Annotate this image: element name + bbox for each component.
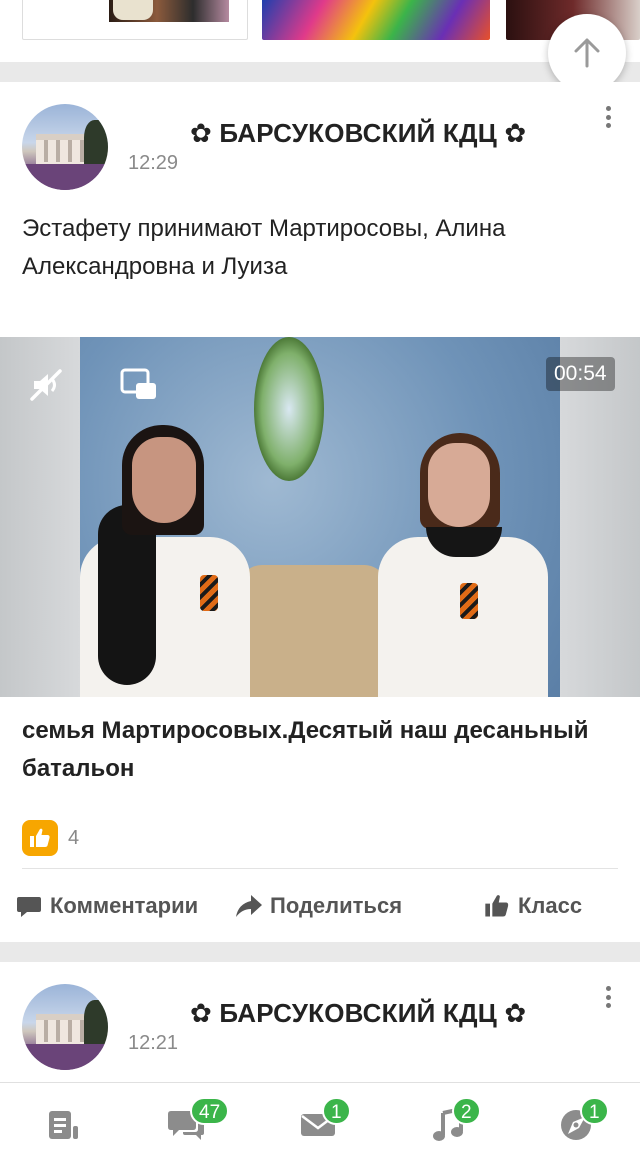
share-label: Поделиться [270,893,403,918]
post-card: ✿ БАРСУКОВСКИЙ КДЦ ✿ 12:29 Эстафету прин… [0,82,640,942]
feed-page: ✿ БАРСУКОВСКИЙ КДЦ ✿ 12:29 Эстафету прин… [0,0,640,1161]
music-badge: 2 [452,1097,481,1125]
class-label: Класс [518,893,583,918]
post-card: ✿ БАРСУКОВСКИЙ КДЦ ✿ 12:21 [0,962,640,1082]
picture-in-picture-button[interactable] [120,367,160,403]
feed-icon [49,1111,78,1139]
video-duration: 00:54 [546,357,615,391]
more-options-icon[interactable] [596,982,620,1012]
divider [22,868,618,869]
nav-discover[interactable]: 1 [556,1097,609,1145]
nav-notifications[interactable]: 1 [298,1097,351,1145]
comment-bubble-icon [14,891,44,921]
author-avatar[interactable] [22,104,108,190]
share-button[interactable]: Поделиться [234,888,402,924]
nav-messages[interactable]: 47 [166,1097,230,1145]
previous-post-photo[interactable] [262,0,490,40]
author-avatar[interactable] [22,984,108,1070]
likes-summary[interactable]: 4 [22,820,79,856]
bottom-navigation: 47 1 2 1 [0,1082,640,1161]
post-text: Эстафету принимают Мартиросовы, Алина Ал… [22,215,506,280]
discover-badge: 1 [580,1097,609,1125]
comments-button[interactable]: Комментарии [14,888,198,924]
picture-in-picture-icon [120,368,156,399]
more-options-icon[interactable] [596,102,620,132]
author-name[interactable]: ✿ БАРСУКОВСКИЙ КДЦ ✿ [190,998,526,1029]
share-arrow-icon [234,891,264,921]
nav-music[interactable]: 2 [428,1097,481,1145]
video-title[interactable]: семья Мартиросовых.Десятый наш десаньный… [22,712,612,788]
previous-post-photo[interactable] [22,0,248,40]
nav-feed[interactable] [44,1105,84,1145]
muted-speaker-icon [30,369,62,401]
thumbs-up-icon [482,891,512,921]
mute-toggle[interactable] [26,365,66,405]
author-name[interactable]: ✿ БАРСУКОВСКИЙ КДЦ ✿ [190,118,526,149]
post-time: 12:29 [128,152,179,174]
previous-post-card [0,0,640,62]
video-player[interactable]: 00:54 [0,337,640,697]
like-count: 4 [68,826,80,849]
notifications-badge: 1 [322,1097,351,1125]
comments-label: Комментарии [50,893,199,918]
post-time: 12:21 [128,1032,179,1054]
messages-badge: 47 [190,1097,230,1125]
scroll-to-top-button[interactable] [548,14,626,92]
class-like-button[interactable]: Класс [482,888,582,924]
thumbs-up-icon [22,820,58,856]
post-actions: Комментарии Поделиться Класс [0,888,640,924]
arrow-up-icon [574,38,600,68]
